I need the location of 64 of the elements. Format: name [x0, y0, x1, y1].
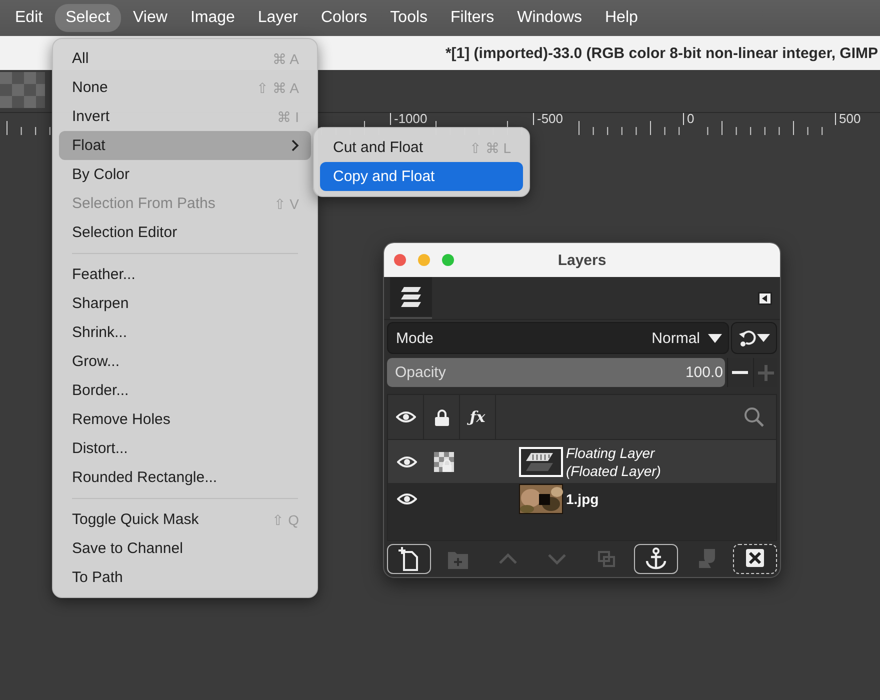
menu-item[interactable]: Save to Channel	[59, 534, 311, 563]
eye-icon[interactable]	[397, 492, 417, 506]
menu-item[interactable]: Selection Editor	[59, 218, 311, 247]
menu-item[interactable]: Sharpen	[59, 289, 311, 318]
shortcut-text: ⌘ A	[272, 50, 299, 66]
effects-column-label[interactable]: ƒx	[470, 408, 486, 426]
search-icon[interactable]	[744, 407, 764, 427]
composite-mode-button[interactable]	[731, 322, 777, 354]
ruler-label: -500	[533, 113, 564, 125]
menu-bar-item[interactable]: View	[122, 4, 178, 32]
menu-bar-item[interactable]: Windows	[506, 4, 593, 32]
layers-icon	[399, 286, 423, 308]
toolbar-button[interactable]	[387, 544, 431, 574]
checkerboard-drawing	[0, 72, 45, 108]
mode-value: Normal	[652, 330, 700, 346]
ruler-label: -1000	[390, 113, 428, 125]
menu-bar-item[interactable]: Colors	[310, 4, 378, 32]
minus-icon	[732, 371, 748, 374]
mode-label: Mode	[396, 330, 435, 346]
ruler-label: 0	[683, 113, 694, 125]
menu-item[interactable]: To Path	[59, 563, 311, 592]
menu-item[interactable]: Copy and Float	[320, 162, 523, 191]
menu-item[interactable]: Grow...	[59, 347, 311, 376]
menu-bar-item[interactable]: Image	[179, 4, 246, 32]
menu-bar-item[interactable]: Filters	[440, 4, 506, 32]
document-title: *[1] (imported)-33.0 (RGB color 8-bit non-linear integer, GIMP	[445, 44, 879, 62]
layer-name: Floating Layer (Floated Layer)	[566, 444, 661, 480]
opacity-slider[interactable]: Opacity 100.0	[387, 358, 725, 387]
panel-menu-icon[interactable]	[758, 292, 772, 304]
window-title: Layers	[558, 252, 606, 268]
new-layer-icon	[398, 547, 420, 571]
menu-item[interactable]: Rounded Rectangle...	[59, 463, 311, 492]
dropdown-icon	[708, 334, 722, 342]
toolbar-button[interactable]	[732, 544, 777, 574]
layer-name: 1.jpg	[566, 490, 599, 508]
reset-icon	[737, 328, 771, 348]
opacity-label: Opacity	[394, 364, 447, 381]
menu-item[interactable]: Float	[59, 131, 311, 160]
layers-tab[interactable]	[390, 277, 432, 319]
menu-bar-item[interactable]: Help	[594, 4, 649, 32]
menu-item[interactable]: Shrink...	[59, 318, 311, 347]
menu-item[interactable]: By Color	[59, 160, 311, 189]
menu-bar-item[interactable]: Select	[54, 4, 122, 32]
eye-icon[interactable]	[397, 454, 417, 468]
toolbar-button[interactable]	[634, 544, 678, 574]
anchor-icon	[645, 547, 668, 571]
chevron-right-icon	[291, 139, 299, 152]
menu-item[interactable]: Feather...	[59, 260, 311, 289]
menu-item[interactable]: Border...	[59, 376, 311, 405]
menu-bar-item[interactable]: Tools	[379, 4, 439, 32]
opacity-value: 100.0	[685, 364, 724, 381]
mode-dropdown[interactable]: Mode Normal	[387, 322, 729, 354]
floating-layer-thumbnail	[519, 446, 563, 476]
layer-row[interactable]: Floating Layer (Floated Layer)	[388, 440, 776, 483]
menu-item[interactable]: Remove Holes	[59, 405, 311, 434]
ruler-label: 500	[835, 113, 861, 125]
menu-item[interactable]: Distort...	[59, 434, 311, 463]
menu-bar-item[interactable]: Layer	[246, 4, 309, 32]
menu-item[interactable]: All ⌘ A	[59, 44, 311, 73]
close-button[interactable]	[394, 254, 406, 266]
plus-icon	[758, 364, 774, 380]
menu-bar-item[interactable]: Edit	[4, 4, 54, 32]
eye-icon[interactable]	[396, 410, 416, 424]
lock-icon[interactable]	[434, 408, 448, 426]
